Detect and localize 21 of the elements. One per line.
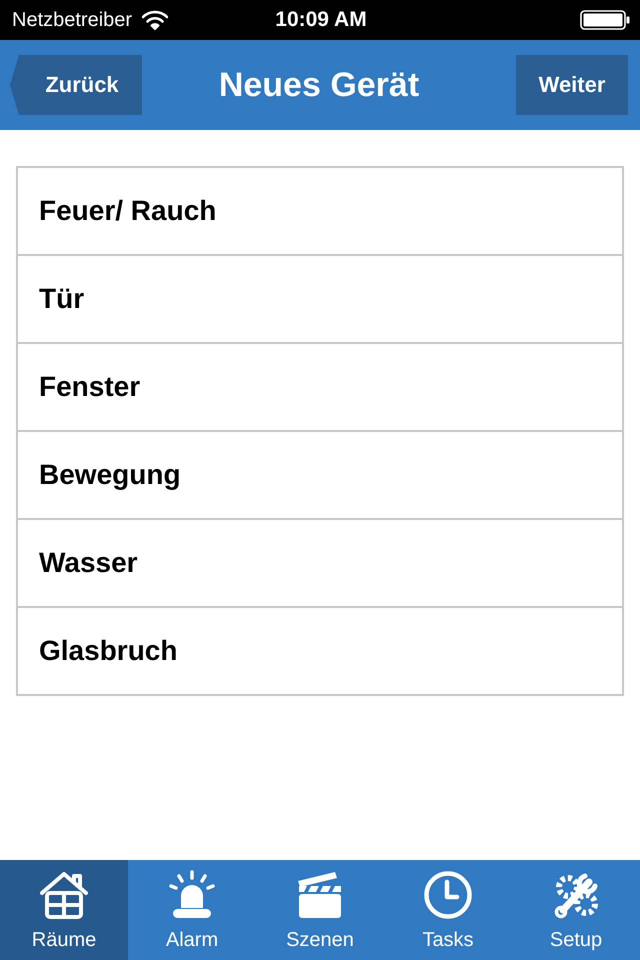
device-type-item[interactable]: Feuer/ Rauch — [18, 168, 622, 256]
tab-button[interactable]: Räume — [0, 860, 128, 960]
clock-time: 10:09 AM — [275, 8, 367, 32]
battery-icon — [580, 10, 630, 30]
next-button[interactable]: Weiter — [516, 55, 628, 115]
tab-button[interactable]: Tasks — [384, 860, 512, 960]
device-type-item[interactable]: Bewegung — [18, 432, 622, 520]
house-icon — [39, 870, 89, 920]
clock-icon — [423, 870, 473, 920]
back-button[interactable]: Zurück — [10, 55, 142, 115]
tab-button[interactable]: Setup — [512, 860, 640, 960]
tab-button[interactable]: Szenen — [256, 860, 384, 960]
screen-title: Neues Gerät — [218, 65, 420, 105]
device-type-item[interactable]: Glasbruch — [18, 608, 622, 696]
carrier-name: Netzbetreiber — [12, 8, 132, 32]
device-type-item[interactable]: Wasser — [18, 520, 622, 608]
device-type-item[interactable]: Tür — [18, 256, 622, 344]
device-type-item[interactable]: Fenster — [18, 344, 622, 432]
siren-icon — [167, 870, 217, 920]
wifi-icon — [142, 10, 168, 30]
tab-button[interactable]: Alarm — [128, 860, 256, 960]
